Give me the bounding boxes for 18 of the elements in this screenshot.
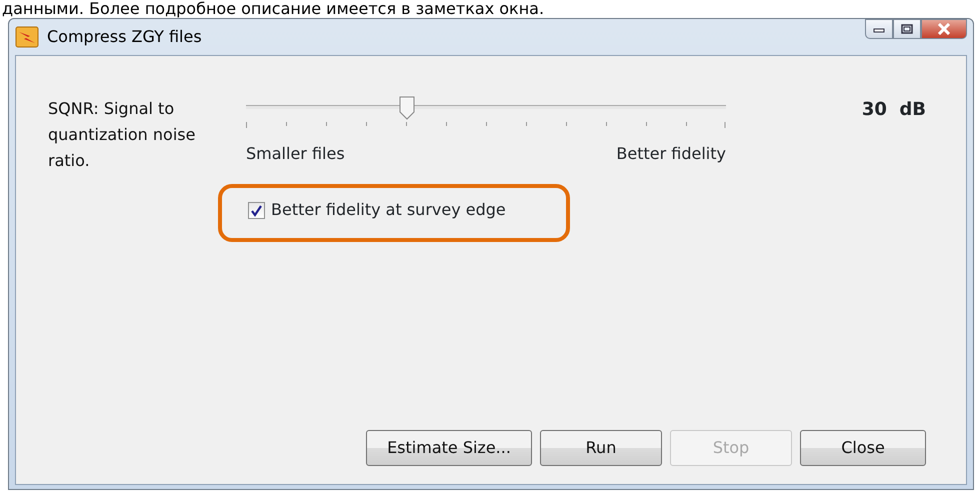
close-icon: [937, 23, 951, 35]
minimize-button[interactable]: [865, 19, 893, 39]
check-icon: [250, 204, 263, 216]
caption-text: данными. Более подробное описание имеется в заметках окна.: [1, 0, 546, 18]
min-label: Smaller files: [246, 143, 345, 165]
close-window-button[interactable]: [921, 19, 967, 39]
sqnr-label: SQNR: Signal to quantization noise ratio.: [48, 98, 196, 172]
slider-thumb[interactable]: [399, 96, 416, 120]
dialog-button[interactable]: Estimate Size...: [366, 430, 532, 466]
sqnr-reading: 30 dB: [862, 98, 926, 122]
window-title: Compress ZGY files: [47, 26, 202, 48]
max-label: Better fidelity: [616, 143, 726, 165]
maximize-button[interactable]: [893, 19, 921, 39]
maximize-icon: [901, 24, 913, 34]
edge-checkbox[interactable]: Better fidelity at survey edge: [248, 198, 506, 222]
app-icon: [15, 26, 39, 48]
dialog-button[interactable]: Close: [800, 430, 926, 466]
dialog-button[interactable]: Run: [540, 430, 662, 466]
